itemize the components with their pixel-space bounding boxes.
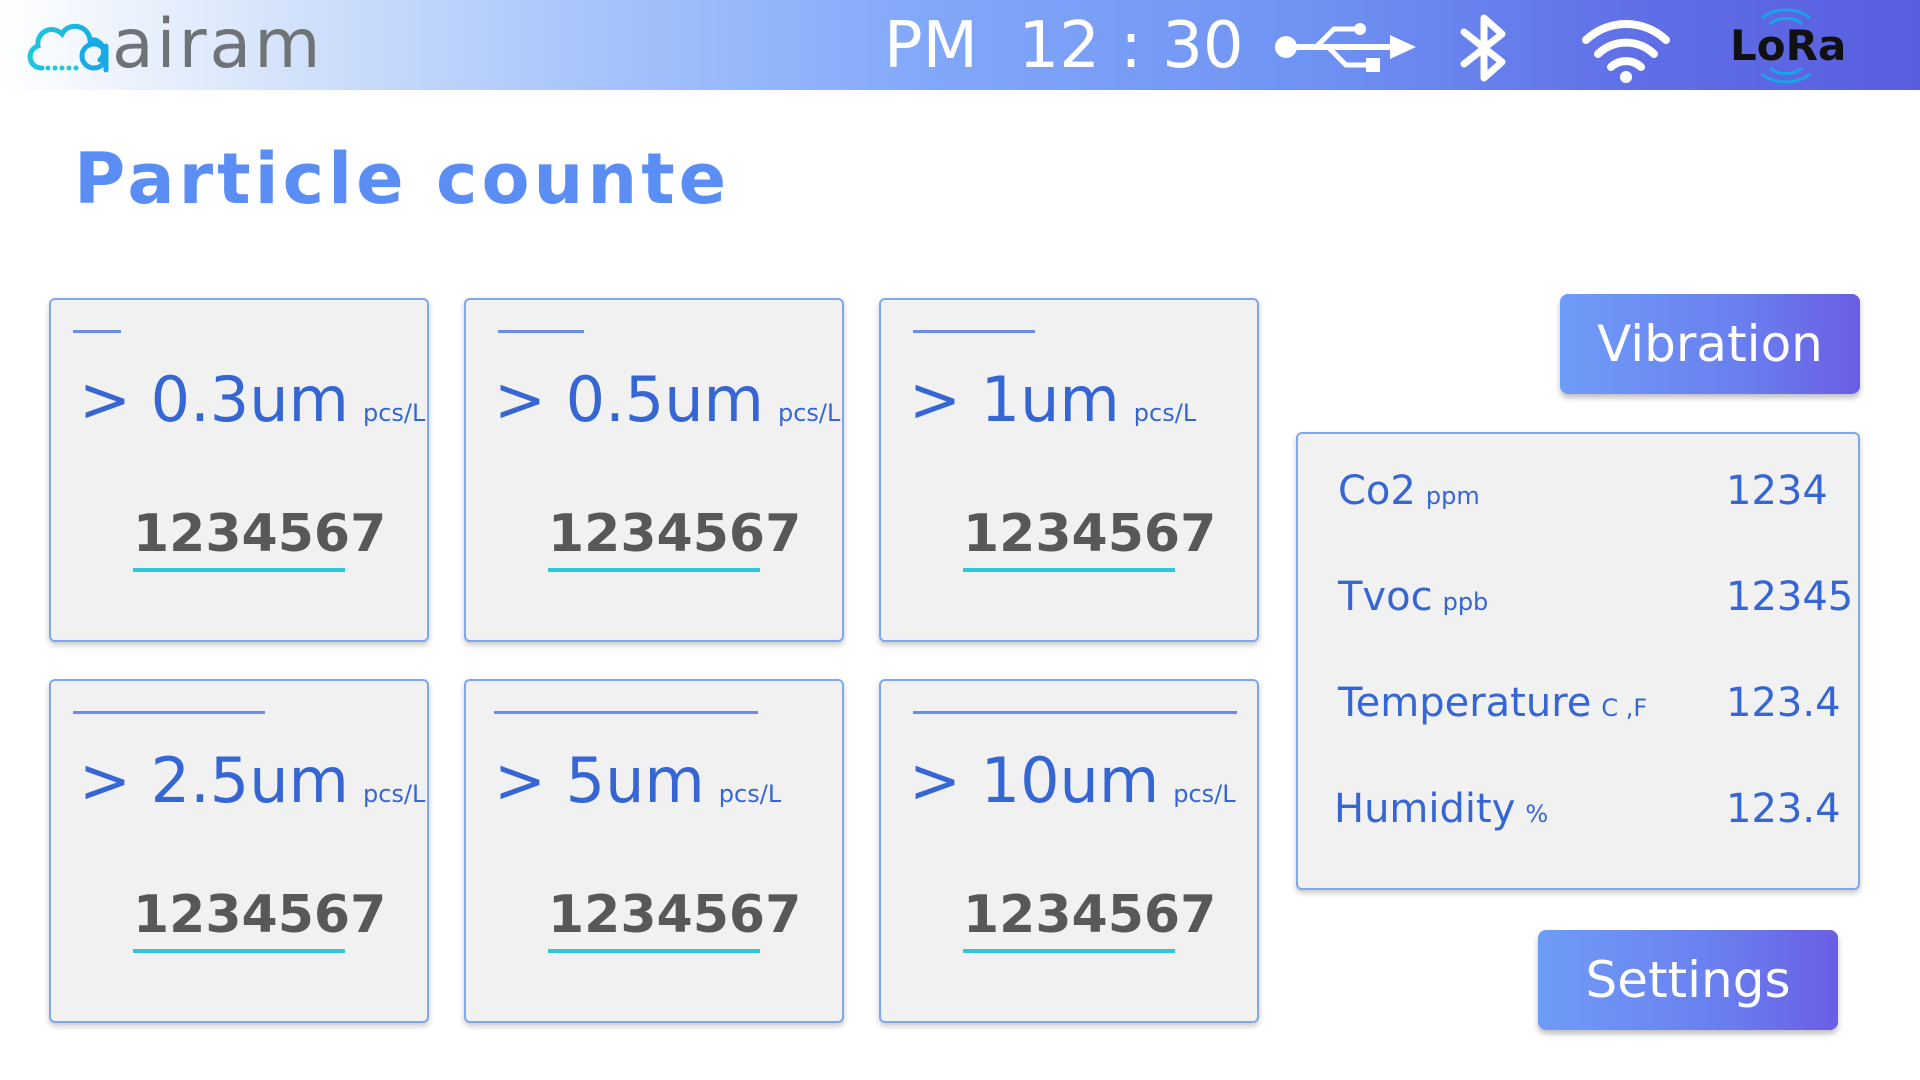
logo-text: airam [112, 5, 324, 84]
environment-sensor-panel: Co2 ppm 1234 Tvoc ppb 12345 Temperature C ,… [1296, 432, 1860, 890]
particle-card-0.3um[interactable]: > 0.3um pcs/L 1234567 [49, 298, 429, 642]
usb-icon [1275, 23, 1416, 72]
particle-size-label: > 10um pcs/L [909, 744, 1236, 817]
card-divider [498, 330, 584, 333]
sensor-label: Humidity% [1334, 786, 1549, 832]
particle-unit: pcs/L [777, 399, 841, 427]
sensor-unit: C ,F [1601, 694, 1648, 722]
particle-unit: pcs/L [718, 780, 782, 808]
particle-count-value: 1234567 [548, 881, 801, 953]
sensor-label: Co2 ppm [1338, 468, 1480, 514]
cloud-logo-icon [27, 23, 109, 73]
particle-size-label: > 0.3um pcs/L [79, 363, 426, 436]
sensor-row-temperature: Temperature C ,F 123.4 [1298, 668, 1858, 738]
sensor-row-tvoc: Tvoc ppb 12345 [1298, 562, 1858, 632]
card-divider [913, 711, 1237, 714]
particle-card-5um[interactable]: > 5um pcs/L 1234567 [464, 679, 844, 1023]
particle-card-0.5um[interactable]: > 0.5um pcs/L 1234567 [464, 298, 844, 642]
card-divider [494, 711, 758, 714]
particle-unit: pcs/L [362, 780, 426, 808]
card-divider [73, 330, 121, 333]
sensor-row-humidity: Humidity% 123.4 [1298, 774, 1858, 844]
particle-count-value: 1234567 [133, 500, 386, 572]
sensor-unit: ppm [1425, 482, 1480, 510]
particle-size-label: > 1um pcs/L [909, 363, 1197, 436]
particle-size-label: > 5um pcs/L [494, 744, 782, 817]
particle-count-value: 1234567 [963, 881, 1216, 953]
sensor-row-co2: Co2 ppm 1234 [1298, 456, 1858, 526]
app-logo: airam [22, 5, 324, 84]
page-title: Particle counte [74, 138, 731, 220]
particle-card-1um[interactable]: > 1um pcs/L 1234567 [879, 298, 1259, 642]
particle-count-value: 1234567 [963, 500, 1216, 572]
particle-count-value: 1234567 [133, 881, 386, 953]
particle-size-label: > 2.5um pcs/L [79, 744, 426, 817]
sensor-value: 123.4 [1726, 786, 1841, 832]
clock-display: PM 12 : 30 [884, 9, 1244, 83]
lora-label: LoRa [1730, 21, 1847, 70]
vibration-button[interactable]: Vibration [1560, 294, 1860, 394]
lora-icon: LoRa [1726, 8, 1846, 84]
particle-unit: pcs/L [362, 399, 426, 427]
status-bar: airam PM 12 : 30 LoRa [0, 0, 1920, 90]
particle-size-label: > 0.5um pcs/L [494, 363, 841, 436]
particle-card-2.5um[interactable]: > 2.5um pcs/L 1234567 [49, 679, 429, 1023]
sensor-value: 123.4 [1726, 680, 1841, 726]
card-divider [73, 711, 265, 714]
particle-unit: pcs/L [1133, 399, 1197, 427]
particle-unit: pcs/L [1173, 780, 1236, 808]
sensor-unit: % [1525, 800, 1549, 828]
settings-button[interactable]: Settings [1538, 930, 1838, 1030]
sensor-label: Temperature C ,F [1338, 680, 1648, 726]
sensor-label: Tvoc ppb [1338, 574, 1489, 620]
card-divider [913, 330, 1035, 333]
bluetooth-icon [1460, 14, 1506, 82]
sensor-value: 12345 [1726, 574, 1854, 620]
particle-card-10um[interactable]: > 10um pcs/L 1234567 [879, 679, 1259, 1023]
particle-count-value: 1234567 [548, 500, 801, 572]
wifi-icon [1582, 20, 1670, 83]
sensor-value: 1234 [1726, 468, 1828, 514]
sensor-unit: ppb [1442, 588, 1489, 616]
